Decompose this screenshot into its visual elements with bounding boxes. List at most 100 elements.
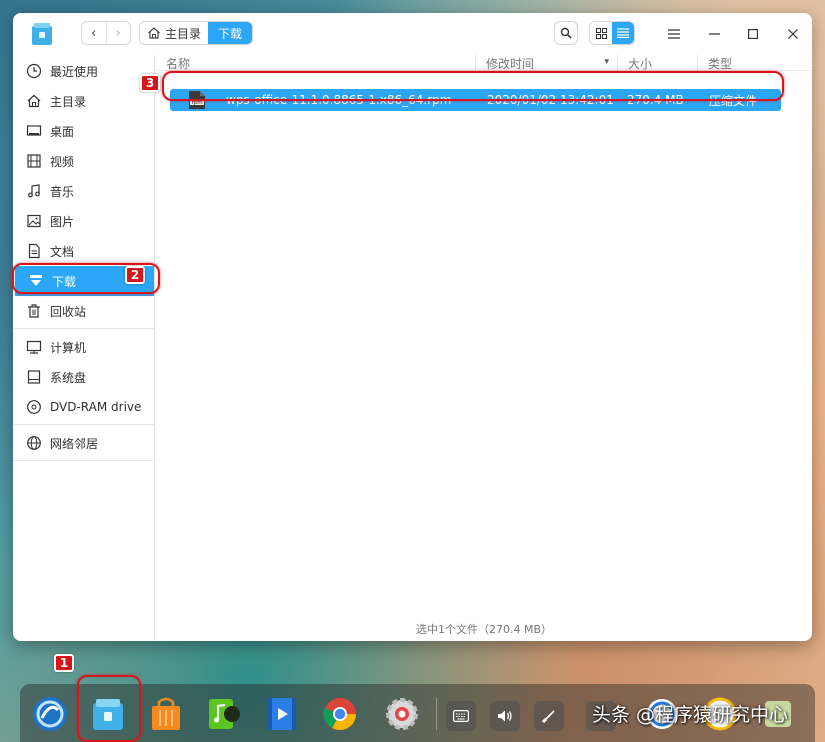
- film-icon: [27, 154, 41, 168]
- computer-icon: [26, 340, 42, 354]
- sidebar-item-desktop[interactable]: 桌面: [13, 116, 154, 146]
- sidebar-item-home[interactable]: 主目录: [13, 86, 154, 116]
- list-icon: [617, 28, 629, 38]
- breadcrumb-home[interactable]: 主目录: [140, 22, 208, 44]
- sidebar-item-label: 计算机: [50, 340, 87, 355]
- annotation-badge-1: 1: [54, 654, 74, 672]
- view-mode-toggle: [589, 21, 635, 45]
- column-modified[interactable]: 修改时间 ▾: [476, 55, 618, 71]
- sidebar-item-label: 音乐: [50, 184, 75, 199]
- home-icon: [148, 27, 160, 39]
- close-icon: [788, 29, 798, 39]
- highlight-file-row: [162, 71, 784, 101]
- music-player-icon[interactable]: [206, 696, 242, 732]
- forward-button[interactable]: ›: [105, 22, 131, 44]
- sidebar: 最近使用 主目录 桌面 视频 音乐 图片 文档 下载 回收站 计算机 系统盘 D…: [13, 55, 155, 641]
- search-icon: [560, 27, 572, 39]
- sidebar-item-label: 文档: [50, 244, 75, 259]
- grid-icon: [595, 27, 607, 39]
- trash-icon: [28, 304, 40, 318]
- document-icon: [28, 243, 40, 259]
- sidebar-item-pictures[interactable]: 图片: [13, 206, 154, 236]
- breadcrumb: 主目录 下载: [139, 21, 254, 45]
- column-type[interactable]: 类型: [698, 55, 812, 71]
- desktop-icon: [26, 125, 42, 136]
- volume-icon: [498, 710, 512, 722]
- status-bar: 选中1个文件（270.4 MB）: [415, 623, 553, 636]
- minimize-button[interactable]: [703, 23, 725, 45]
- close-button[interactable]: [782, 23, 804, 45]
- sidebar-item-computer[interactable]: 计算机: [13, 332, 154, 362]
- sidebar-item-trash[interactable]: 回收站: [13, 296, 154, 326]
- back-button[interactable]: ‹: [82, 22, 106, 44]
- file-manager-app-icon: [32, 23, 52, 45]
- sidebar-item-music[interactable]: 音乐: [13, 176, 154, 206]
- video-player-icon[interactable]: [264, 696, 300, 732]
- sidebar-item-label: 视频: [50, 154, 75, 169]
- image-icon: [27, 214, 41, 228]
- maximize-icon: [748, 29, 758, 39]
- sidebar-item-label: 回收站: [50, 304, 87, 319]
- column-modified-label: 修改时间: [486, 56, 535, 71]
- column-size-label: 大小: [628, 56, 653, 71]
- network-tray-button[interactable]: [534, 701, 564, 731]
- sidebar-item-label: 图片: [50, 214, 75, 229]
- sidebar-divider: [13, 460, 154, 461]
- dock-divider: [436, 698, 437, 730]
- network-status-icon: [542, 710, 555, 723]
- navigation-buttons: ‹ ›: [81, 21, 131, 45]
- breadcrumb-current-label: 下载: [218, 26, 243, 41]
- volume-tray-button[interactable]: [490, 701, 520, 731]
- file-list-area: 名称 修改时间 ▾ 大小 类型 rpm wps-office-11.1.0.886…: [156, 55, 812, 641]
- music-icon: [28, 184, 40, 198]
- highlight-file-manager-dock-icon: [77, 675, 141, 742]
- chevron-left-icon: ‹: [91, 25, 97, 41]
- breadcrumb-home-label: 主目录: [165, 26, 202, 41]
- sidebar-item-label: 主目录: [50, 94, 87, 109]
- sidebar-item-network[interactable]: 网络邻居: [13, 428, 154, 458]
- chrome-browser-icon[interactable]: [322, 696, 358, 732]
- sidebar-item-system-disk[interactable]: 系统盘: [13, 362, 154, 392]
- home-icon: [27, 94, 41, 108]
- icon-view-button[interactable]: [590, 22, 612, 44]
- keyboard-icon: [453, 710, 469, 722]
- list-view-button[interactable]: [612, 22, 634, 44]
- titlebar: ‹ › 主目录 下载: [13, 13, 812, 55]
- maximize-button[interactable]: [742, 23, 764, 45]
- column-name[interactable]: 名称: [156, 55, 476, 71]
- clock-icon: [26, 63, 42, 79]
- settings-gear-icon[interactable]: [384, 696, 420, 732]
- minimize-icon: [708, 33, 720, 35]
- sidebar-item-recent[interactable]: 最近使用: [13, 56, 154, 86]
- sidebar-item-label: 桌面: [50, 124, 75, 139]
- column-type-label: 类型: [708, 56, 733, 71]
- file-manager-window: ‹ › 主目录 下载 最近使用 主目录 桌面 视频 音乐 图片 文档 下载 回收…: [13, 13, 812, 641]
- app-store-icon[interactable]: [148, 696, 184, 732]
- sidebar-item-documents[interactable]: 文档: [13, 236, 154, 266]
- network-icon: [27, 436, 41, 450]
- sidebar-item-label: 最近使用: [50, 64, 99, 79]
- sidebar-item-label: DVD-RAM drive: [50, 400, 142, 414]
- sidebar-item-dvd-drive[interactable]: DVD-RAM drive: [13, 392, 154, 422]
- column-size[interactable]: 大小: [618, 55, 698, 71]
- keyboard-tray-button[interactable]: [446, 701, 476, 731]
- sidebar-item-label: 网络邻居: [50, 436, 99, 451]
- column-name-label: 名称: [166, 56, 191, 71]
- chevron-right-icon: ›: [115, 25, 121, 41]
- menu-button[interactable]: [663, 23, 685, 45]
- search-button[interactable]: [554, 21, 578, 45]
- column-header: 名称 修改时间 ▾ 大小 类型: [156, 55, 812, 71]
- sidebar-divider: [13, 424, 154, 425]
- annotation-badge-2: 2: [125, 266, 145, 284]
- sidebar-divider: [13, 328, 154, 329]
- launcher-icon[interactable]: [32, 696, 68, 732]
- breadcrumb-current[interactable]: 下载: [208, 22, 253, 44]
- disk-icon: [27, 370, 41, 384]
- sort-descending-icon: ▾: [604, 57, 609, 67]
- annotation-badge-3: 3: [140, 74, 160, 92]
- sidebar-item-label: 系统盘: [50, 370, 87, 385]
- dvd-icon: [27, 400, 41, 414]
- hamburger-menu-icon: [668, 29, 680, 39]
- watermark: 头条 @程序猿研究中心: [592, 704, 789, 726]
- sidebar-item-videos[interactable]: 视频: [13, 146, 154, 176]
